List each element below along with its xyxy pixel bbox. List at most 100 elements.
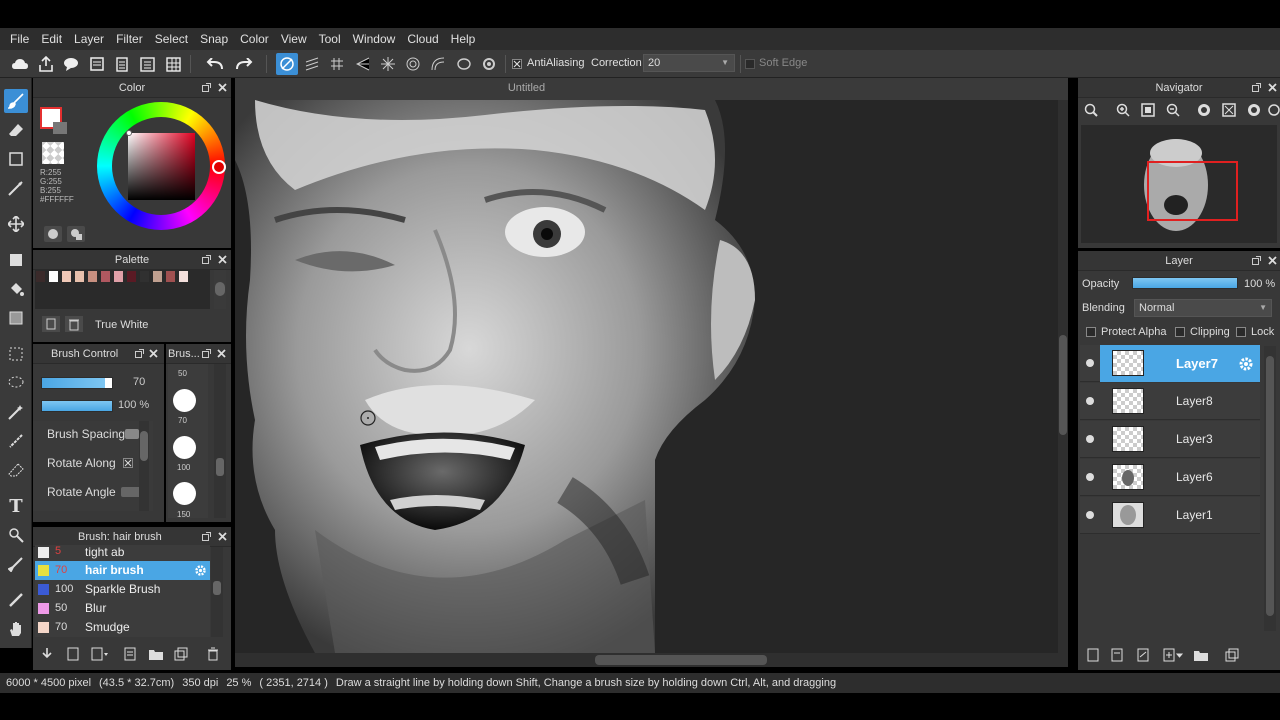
duplicate-layer-icon[interactable] (1225, 648, 1239, 665)
palette-swatch[interactable] (75, 271, 84, 282)
menu-layer[interactable]: Layer (68, 32, 110, 46)
bucket-tool-icon[interactable] (4, 277, 28, 301)
brush-item-blur[interactable]: 50 Blur (35, 599, 210, 618)
text-tool-icon[interactable]: T (4, 494, 28, 518)
select-eraser-icon[interactable] (4, 458, 28, 482)
eyedropper-alt-icon[interactable] (4, 588, 28, 612)
navigator-preview[interactable] (1081, 125, 1277, 243)
antialiasing-checkbox[interactable] (512, 59, 522, 69)
gradient-tool-icon[interactable] (4, 306, 28, 330)
layer-opacity-slider[interactable] (1132, 277, 1238, 289)
grid-icon[interactable] (162, 53, 184, 75)
brush-cloud-icon[interactable] (40, 647, 54, 664)
zoom-in-icon[interactable] (1116, 103, 1130, 120)
popout-icon[interactable] (202, 255, 211, 264)
layer-row-layer6[interactable]: Layer6 (1080, 459, 1260, 496)
pen-tool-icon[interactable] (4, 176, 28, 200)
menu-edit[interactable]: Edit (35, 32, 68, 46)
select-rect-icon[interactable] (4, 342, 28, 366)
brush-size-70[interactable]: 70 (178, 416, 187, 425)
palette-swatch[interactable] (140, 271, 149, 282)
gear-icon[interactable] (1238, 356, 1254, 375)
eye-icon[interactable] (1086, 359, 1094, 367)
popout-icon[interactable] (202, 349, 211, 358)
hand-tool-icon[interactable] (4, 617, 28, 641)
canvas-horizontal-scrollbar[interactable] (235, 653, 1068, 667)
move-tool-icon[interactable] (4, 212, 28, 236)
snap-settings-icon[interactable] (478, 53, 500, 75)
color-set-icon[interactable] (44, 226, 62, 242)
eye-icon[interactable] (1086, 397, 1094, 405)
page-icon[interactable] (111, 53, 133, 75)
brush-item-sparkle-brush[interactable]: 100 Sparkle Brush (35, 580, 210, 599)
blending-select[interactable]: Normal ▼ (1134, 299, 1272, 317)
palette-swatch[interactable] (166, 271, 175, 282)
popout-icon[interactable] (202, 532, 211, 541)
popout-icon[interactable] (135, 349, 144, 358)
export-icon[interactable] (35, 53, 57, 75)
layer-folder-icon[interactable] (1193, 648, 1209, 665)
saturation-value-square[interactable] (128, 133, 195, 200)
palette-swatch[interactable] (101, 271, 110, 282)
flip-icon[interactable] (1222, 103, 1236, 120)
magic-wand-icon[interactable] (4, 400, 28, 424)
gear-icon[interactable] (194, 564, 207, 580)
canvas-vertical-scrollbar[interactable] (1058, 100, 1068, 653)
protect-alpha-checkbox[interactable] (1086, 327, 1096, 337)
palette-swatch[interactable] (88, 271, 97, 282)
eye-icon[interactable] (1086, 511, 1094, 519)
eyedropper-icon[interactable] (4, 552, 28, 576)
close-icon[interactable] (1268, 83, 1277, 92)
snap-crisscross-icon[interactable] (326, 53, 348, 75)
menu-help[interactable]: Help (445, 32, 482, 46)
hue-picker-handle[interactable] (212, 160, 226, 174)
menu-cloud[interactable]: Cloud (401, 32, 444, 46)
menu-tool[interactable]: Tool (313, 32, 347, 46)
brush-tool-icon[interactable] (4, 89, 28, 113)
menu-window[interactable]: Window (347, 32, 402, 46)
rotate-along-checkbox[interactable] (123, 458, 133, 468)
brush-dot-150[interactable] (173, 482, 196, 505)
menu-view[interactable]: View (275, 32, 313, 46)
trash-icon[interactable] (206, 647, 220, 664)
brush-menu-icon[interactable] (91, 647, 109, 664)
transparent-color-swatch[interactable] (42, 142, 64, 164)
menu-file[interactable]: File (4, 32, 35, 46)
document-tab[interactable]: Untitled (235, 78, 1068, 100)
folder-icon[interactable] (148, 647, 164, 664)
new-layer-icon[interactable] (1086, 648, 1100, 665)
undo-icon[interactable] (203, 53, 225, 75)
close-icon[interactable] (218, 83, 227, 92)
brush-list-scrollbar[interactable] (211, 547, 223, 637)
color-history-icon[interactable] (67, 226, 85, 242)
layer-list-scrollbar[interactable] (1264, 346, 1276, 631)
layer-row-layer7[interactable]: Layer7 (1080, 345, 1260, 382)
snap-off-icon[interactable] (276, 53, 298, 75)
new-palette-icon[interactable] (42, 316, 60, 332)
palette-swatch[interactable] (49, 271, 58, 282)
operation-tool-icon[interactable] (4, 523, 28, 547)
close-icon[interactable] (218, 255, 227, 264)
cloud-icon[interactable] (9, 53, 31, 75)
brush-spacing-slider[interactable] (125, 429, 139, 439)
new-vector-layer-icon[interactable] (1136, 648, 1150, 665)
lasso-icon[interactable] (4, 371, 28, 395)
menu-filter[interactable]: Filter (110, 32, 149, 46)
rectangle-tool-icon[interactable] (4, 147, 28, 171)
soft-edge-checkbox[interactable] (745, 59, 755, 69)
brush-size-scrollbar[interactable] (214, 364, 226, 518)
panel-icon[interactable] (86, 53, 108, 75)
brush-item-smudge[interactable]: 70 Smudge (35, 618, 210, 637)
brush-settings-icon[interactable] (123, 647, 137, 664)
brush-item-hair-brush[interactable]: 70 hair brush (35, 561, 210, 580)
brush-size-50[interactable]: 50 (178, 369, 187, 378)
brush-size-100[interactable]: 100 (177, 463, 190, 472)
trash-icon[interactable] (65, 316, 83, 332)
menu-snap[interactable]: Snap (194, 32, 234, 46)
brush-dot-100[interactable] (173, 436, 196, 459)
popout-icon[interactable] (1252, 256, 1261, 265)
snap-parallel-icon[interactable] (301, 53, 323, 75)
palette-swatch[interactable] (114, 271, 123, 282)
popout-icon[interactable] (202, 83, 211, 92)
rotate-right-icon[interactable] (1247, 103, 1261, 120)
